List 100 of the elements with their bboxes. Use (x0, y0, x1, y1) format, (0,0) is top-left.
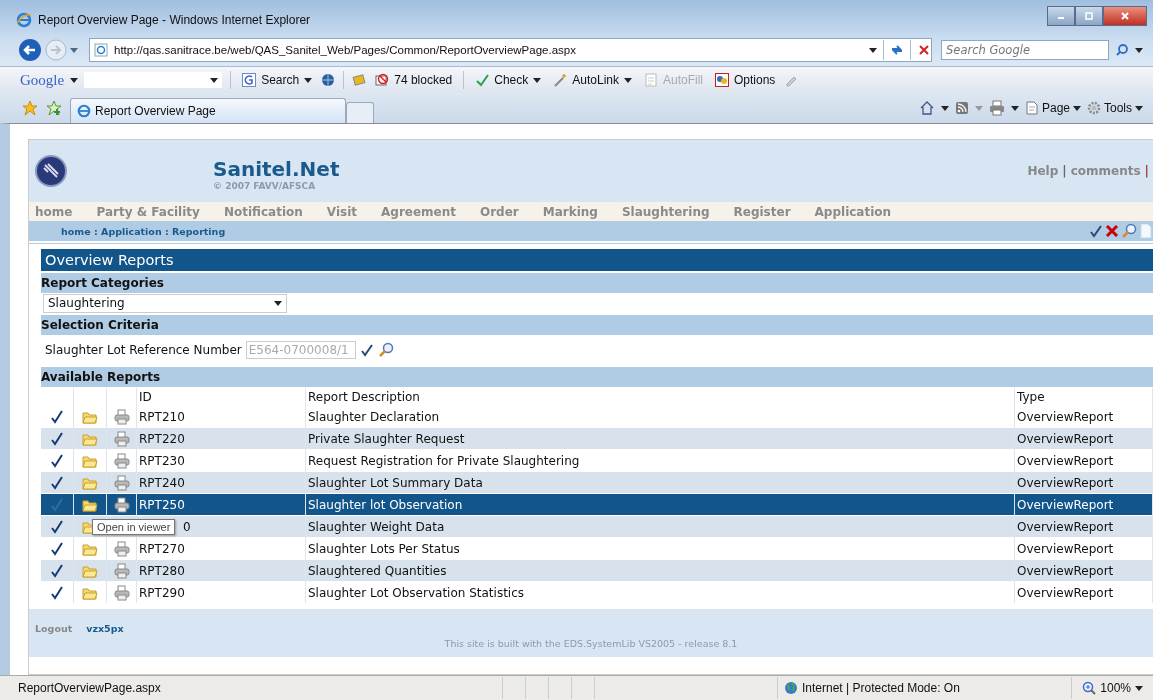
zoom-control[interactable]: 100% (1071, 677, 1153, 699)
section-heading: Selection Criteria (41, 315, 1153, 335)
google-logo[interactable]: Google (20, 71, 65, 89)
search-icon[interactable] (377, 342, 394, 358)
browser-tab[interactable]: Report Overview Page (70, 98, 346, 123)
table-cell: Private Slaughter Request (305, 427, 1015, 450)
security-zone-text: Internet | Protected Mode: On (802, 681, 960, 695)
maximize-icon (1084, 11, 1094, 21)
favorites-star-icon[interactable] (22, 100, 38, 116)
page-icon (1024, 101, 1039, 115)
add-favorite-icon[interactable] (46, 100, 62, 116)
search-field[interactable]: Search Google (941, 40, 1109, 60)
checkmark-icon[interactable] (50, 431, 64, 446)
checkmark-icon[interactable] (50, 475, 64, 490)
globe-icon[interactable] (321, 73, 336, 87)
report-row[interactable]: RPT290 Slaughter Lot Observation Statistics OverviewReport (41, 581, 1153, 603)
link-separator: | (1062, 164, 1067, 178)
report-row[interactable]: RPT280 Slaughtered Quantities OverviewReport (41, 559, 1153, 582)
table-cell: OverviewReport (1014, 427, 1153, 450)
site-title: Sanitel.Net (213, 157, 340, 181)
checkmark-icon[interactable] (50, 519, 64, 534)
bookmark-icon[interactable] (352, 73, 367, 87)
report-row[interactable]: RPT250 Slaughter lot Observation OverviewReport (41, 493, 1153, 516)
toolbar-button[interactable]: Check (472, 73, 545, 87)
toolbar-button[interactable]: Options (712, 73, 779, 87)
caret-icon (274, 300, 282, 306)
table-cell: Slaughtered Quantities (305, 559, 1015, 582)
printer-icon[interactable] (113, 496, 130, 513)
command-menu[interactable]: Tools (1087, 101, 1143, 115)
table-cell: Slaughter lot Observation (305, 493, 1015, 516)
close-icon[interactable] (1105, 224, 1119, 238)
status-text: ReportOverviewPage.aspx (17, 681, 162, 695)
checkmark-icon[interactable] (1089, 224, 1103, 238)
address-bar[interactable]: http://qas.sanitrace.be/web/QAS_Sanitel_Web/Pages/Common/ReportOverviewPage.aspx (89, 38, 932, 62)
zoom-icon (1082, 681, 1097, 695)
breadcrumb[interactable]: home : Application : Reporting (61, 225, 226, 237)
caret-icon[interactable] (304, 77, 313, 83)
browser-logo-icon (16, 12, 32, 28)
caret-icon (1135, 685, 1143, 691)
checkmark-icon[interactable] (50, 497, 64, 512)
window-title: Report Overview Page - Windows Internet Explorer (38, 13, 311, 27)
table-cell: OverviewReport (1014, 515, 1153, 538)
checkmark-icon[interactable] (50, 409, 64, 424)
search-icon[interactable] (1121, 223, 1137, 239)
feed-icon[interactable] (954, 101, 969, 115)
toolbar-button[interactable]: 74 blocked (372, 73, 456, 87)
table-cell: OverviewReport (1014, 471, 1153, 494)
panel-title: Overview Reports (41, 249, 1153, 271)
report-row[interactable]: Open in viewer 0 Slaughter Weight Data OverviewReport (41, 515, 1153, 538)
table-cell: Slaughter Lot Observation Statistics (305, 581, 1015, 603)
toolbar-button[interactable]: AutoLink (550, 73, 635, 87)
toolbar-button[interactable]: Search (239, 73, 316, 87)
checkmark-icon[interactable] (50, 563, 64, 578)
field-label: Slaughter Lot Reference Number (45, 343, 242, 357)
home-icon[interactable] (918, 100, 935, 116)
close-icon (1120, 11, 1130, 21)
caret-icon (1073, 105, 1081, 111)
page-icon (94, 43, 108, 57)
table-cell: RPT280 (136, 559, 306, 582)
stop-icon[interactable] (917, 43, 931, 57)
globe-icon (784, 681, 798, 695)
printer-icon[interactable] (988, 100, 1005, 116)
table-cell: RPT290 (136, 581, 306, 603)
maximize-button[interactable] (1075, 6, 1103, 26)
caret-icon (1135, 105, 1143, 111)
link-separator: | (1144, 164, 1149, 178)
refresh-icon[interactable] (890, 43, 904, 57)
caret-icon[interactable] (210, 77, 219, 83)
tooltip: Open in viewer (92, 519, 176, 535)
form-icon (643, 73, 658, 87)
options-icon (715, 73, 729, 87)
magic-wand-icon (553, 73, 568, 87)
caret-icon[interactable] (623, 77, 632, 83)
checkmark-icon[interactable] (359, 343, 374, 357)
back-button[interactable] (18, 38, 42, 62)
checkmark-icon[interactable] (50, 541, 64, 556)
caret-icon[interactable] (533, 77, 542, 83)
table-cell: OverviewReport (1014, 559, 1153, 582)
report-row[interactable]: RPT220 Private Slaughter Request OverviewReport (41, 427, 1153, 450)
caret-icon[interactable] (1135, 47, 1143, 53)
footer-text: This site is built with the EDS.SystemLib VS2005 - release 8.1 (444, 638, 738, 649)
table-cell: Slaughter Lot Summary Data (305, 471, 1015, 494)
category-dropdown[interactable]: Slaughtering (43, 293, 287, 313)
checkmark-icon[interactable] (50, 585, 64, 600)
section-heading: Report Categories (41, 273, 1153, 293)
search-icon[interactable] (1115, 43, 1129, 57)
caret-icon[interactable] (940, 105, 949, 111)
table-cell: RPT250 (136, 493, 306, 516)
caret-icon[interactable] (70, 77, 79, 83)
checkmark-icon[interactable] (50, 453, 64, 468)
caret-icon[interactable] (869, 47, 877, 53)
google-g-icon (242, 73, 257, 87)
table-cell: RPT240 (136, 471, 306, 494)
close-button[interactable] (1103, 6, 1147, 26)
table-cell: OverviewReport (1014, 581, 1153, 603)
minimize-button[interactable] (1047, 6, 1075, 26)
command-menu[interactable]: Page (1024, 101, 1081, 115)
report-row[interactable]: RPT240 Slaughter Lot Summary Data OverviewReport (41, 471, 1153, 494)
google-search-field[interactable] (84, 72, 223, 88)
caret-icon[interactable] (1010, 105, 1019, 111)
